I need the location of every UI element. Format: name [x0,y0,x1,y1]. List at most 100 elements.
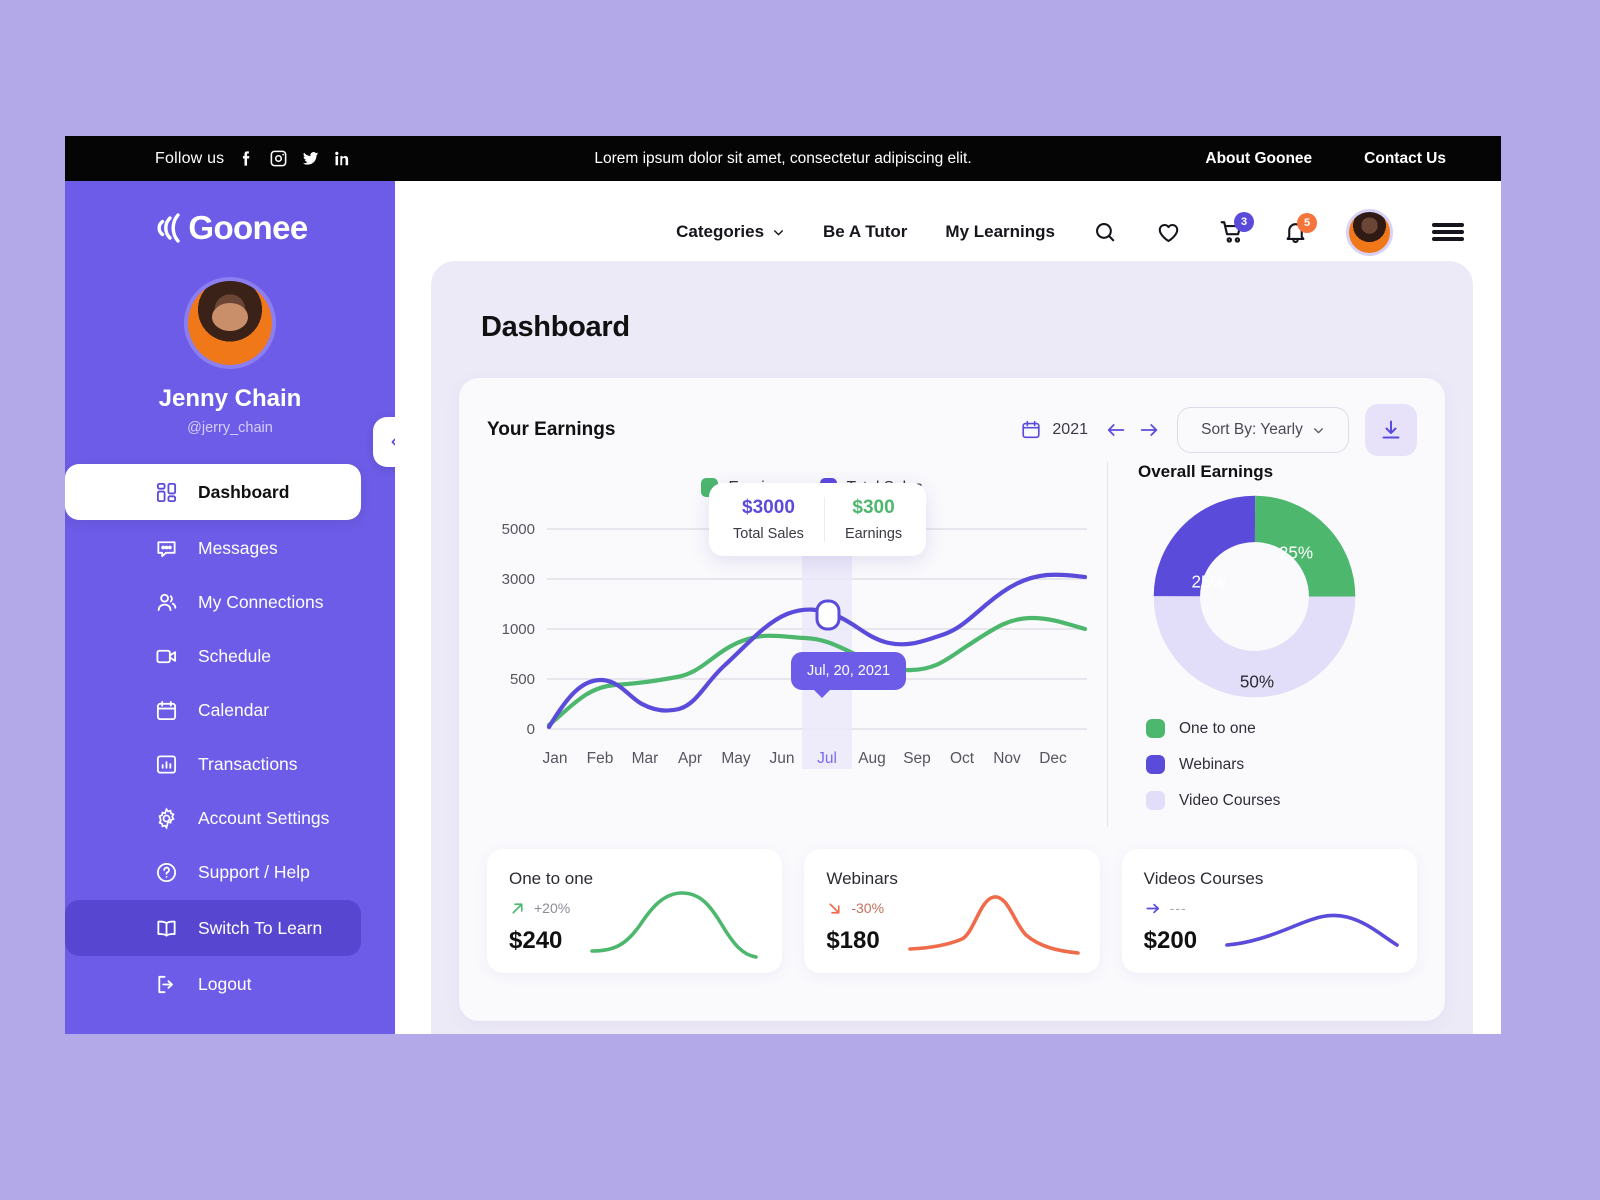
svg-text:Aug: Aug [858,750,886,767]
profile-avatar[interactable] [184,277,276,369]
sidebar-item-messages[interactable]: Messages [65,522,395,574]
prev-period-button[interactable] [1104,419,1128,441]
sidebar-item-label: Transactions [198,753,298,774]
app-window: Follow us Lorem ipsum dolor sit amet, co… [65,136,1501,1034]
sidebar-item-label: Support / Help [198,861,310,882]
stat-card-value: $200 [1143,927,1198,954]
chevron-down-icon [772,226,785,239]
tooltip-total-sales: $3000 Total Sales [713,497,825,542]
sidebar-item-label: Logout [198,973,252,994]
nav-link-my-learnings[interactable]: My Learnings [945,222,1055,242]
brand-logo[interactable]: Goonee [65,207,395,249]
heart-icon[interactable] [1156,220,1181,245]
donut-legend-label: Webinars [1179,755,1245,773]
stat-card-title: Videos Courses [1143,869,1264,888]
sidebar-item-label: Dashboard [198,481,290,502]
question-icon [155,861,178,884]
instagram-icon[interactable] [269,149,288,168]
donut-svg: 25% 25% 50% [1153,495,1356,698]
calendar-icon [1020,419,1042,441]
contact-us-link[interactable]: Contact Us [1364,150,1446,168]
donut-legend-video-courses: Video Courses [1146,791,1417,810]
sidebar-item-label: Switch To Learn [198,917,323,938]
earnings-panel: Your Earnings 2021 Sort By: Yearly 5000 … [459,378,1445,1021]
about-goonee-link[interactable]: About Goonee [1205,150,1312,168]
donut-legend-webinars: Webinars [1146,755,1417,774]
nav-link-be-a-tutor[interactable]: Be A Tutor [823,222,907,242]
sidebar-item-switch-to-learn[interactable]: Switch To Learn [65,900,361,956]
facebook-icon[interactable] [237,149,256,168]
top-announcement-bar: Follow us Lorem ipsum dolor sit amet, co… [65,136,1501,181]
svg-text:Feb: Feb [587,750,614,767]
svg-text:Jul: Jul [817,750,837,767]
stat-card-one-to-one[interactable]: One to one +20% $240 [487,849,783,973]
twitter-icon[interactable] [301,149,320,168]
svg-text:1000: 1000 [502,621,535,638]
brand-name: Goonee [188,209,308,246]
profile-name: Jenny Chain [158,385,302,412]
sort-by-dropdown[interactable]: Sort By: Yearly [1177,407,1349,453]
stat-card-delta: +20% [534,900,571,916]
svg-text:3000: 3000 [502,571,535,588]
sidebar-item-label: My Connections [198,591,324,612]
nav-link-categories[interactable]: Categories [676,222,785,242]
sidebar-item-account-settings[interactable]: Account Settings [65,792,395,844]
sparkline-one-to-one [590,891,759,959]
bar-chart-icon [155,753,178,776]
download-button[interactable] [1365,404,1417,456]
search-icon[interactable] [1093,220,1118,245]
sidebar-item-label: Account Settings [198,807,330,828]
bell-icon[interactable]: 5 [1283,212,1317,245]
follow-us-label: Follow us [155,149,225,167]
wave-icon [152,207,186,249]
tooltip-earnings-label: Earnings [844,526,903,542]
sidebar-item-support-help[interactable]: Support / Help [65,846,395,898]
sidebar-item-schedule[interactable]: Schedule [65,630,395,682]
svg-text:Mar: Mar [632,750,659,767]
grid-icon [155,481,178,504]
year-selector[interactable]: 2021 [1020,419,1088,441]
stat-cards: One to one +20% $240 Webinars -30% $180 … [487,849,1417,999]
svg-text:500: 500 [510,671,535,688]
tooltip-total-sales-value: $3000 [742,497,795,518]
donut-value-video-courses: 50% [1240,672,1274,691]
gear-icon [155,807,178,830]
chat-icon [155,537,178,560]
sidebar-item-dashboard[interactable]: Dashboard [65,464,361,520]
sidebar-item-transactions[interactable]: Transactions [65,738,395,790]
sidebar-menu: Dashboard Messages My Connections Schedu… [65,464,395,1010]
stat-card-webinars[interactable]: Webinars -30% $180 [804,849,1100,973]
stat-card-delta: -30% [851,900,885,916]
stat-card-title: One to one [509,869,594,888]
sort-by-label: Sort By: Yearly [1201,421,1303,438]
cart-icon[interactable]: 3 [1219,212,1254,245]
sidebar-item-my-connections[interactable]: My Connections [65,576,395,628]
avatar[interactable] [1346,208,1393,256]
video-icon [155,645,178,668]
page-title: Dashboard [481,311,630,343]
download-icon [1379,418,1403,442]
cart-badge: 3 [1234,212,1254,232]
donut-legend-one-to-one: One to one [1146,719,1417,738]
sidebar-item-logout[interactable]: Logout [65,958,395,1010]
book-icon [155,917,178,940]
hamburger-icon[interactable] [1431,220,1465,244]
nav-link-label: Categories [676,222,765,241]
svg-text:May: May [721,750,751,767]
sidebar-item-label: Calendar [198,699,270,720]
sidebar-item-calendar[interactable]: Calendar [65,684,395,736]
sparkline-webinars [907,895,1080,955]
stat-card-title: Webinars [826,869,898,888]
dashboard-content: Dashboard Your Earnings 2021 Sort By: Ye… [431,261,1473,1034]
next-period-button[interactable] [1137,419,1161,441]
donut-value-webinars: 25% [1192,573,1226,592]
svg-text:Jun: Jun [770,750,795,767]
stat-card-delta: --- [1169,900,1187,916]
svg-text:0: 0 [527,721,535,738]
svg-text:Sep: Sep [903,750,931,767]
stat-card-videos-courses[interactable]: Videos Courses --- $200 [1121,849,1417,973]
tooltip-earnings: $300 Earnings [825,497,922,542]
overall-earnings-chart: Overall Earnings 25% 25% 50% One to one … [1107,462,1417,827]
arrow-up-right-icon [509,900,526,917]
linkedin-icon[interactable] [333,149,352,168]
